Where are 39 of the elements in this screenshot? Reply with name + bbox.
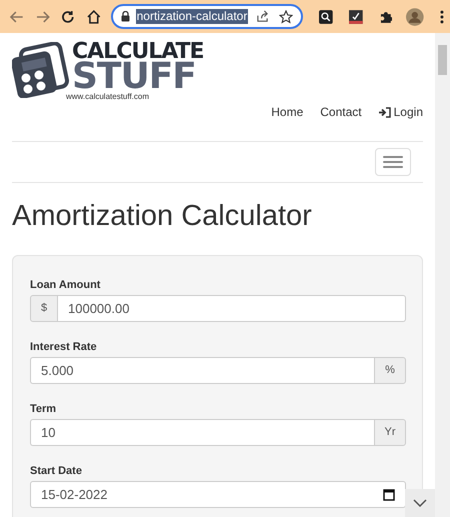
star-icon[interactable] — [279, 10, 294, 24]
scrollbar[interactable] — [435, 33, 450, 517]
logo-text: STUFF — [72, 62, 196, 92]
lock-icon — [120, 11, 130, 22]
field-label: Loan Amount — [30, 278, 102, 292]
chevron-down-icon — [413, 499, 427, 507]
field-label: Start Date — [30, 464, 83, 478]
field-label: Interest Rate — [30, 340, 98, 354]
input-field[interactable]: 5.000 — [30, 357, 374, 384]
nav-link[interactable]: Home — [271, 103, 304, 121]
logo-url: www.calculatestuff.com — [66, 92, 150, 101]
address-bar[interactable]: nortization-calculator — [110, 4, 304, 29]
home-icon[interactable] — [86, 8, 102, 24]
back-icon[interactable] — [9, 8, 25, 24]
scroll-down-button[interactable] — [405, 489, 435, 517]
share-icon[interactable] — [256, 10, 270, 23]
unit-addon: $ — [30, 295, 58, 322]
date-field[interactable]: 15-02-2022 — [30, 481, 406, 508]
menu-icon — [383, 156, 403, 168]
url-text: nortization-calculator — [136, 9, 248, 24]
unit-addon: % — [374, 357, 406, 384]
nav-link[interactable]: Contact — [320, 103, 362, 121]
input-field[interactable]: 10 — [30, 419, 374, 446]
page-title: Amortization Calculator — [12, 199, 313, 233]
menu-icon[interactable] — [440, 10, 444, 24]
field-label: Term — [30, 402, 58, 416]
unit-addon: Yr — [374, 419, 406, 446]
avatar-icon[interactable] — [406, 8, 424, 26]
zoom-extension-icon[interactable] — [319, 10, 334, 24]
forward-icon[interactable] — [34, 8, 50, 24]
hamburger-button[interactable] — [375, 148, 411, 176]
logo-text: CALCULATE — [72, 42, 204, 62]
login-icon — [378, 106, 391, 118]
puzzle-icon[interactable] — [378, 10, 392, 24]
reload-icon[interactable] — [60, 8, 76, 24]
calendar-icon[interactable] — [383, 488, 395, 501]
check-extension-icon[interactable] — [349, 10, 363, 24]
nav-link[interactable]: Login — [378, 103, 423, 121]
input-field[interactable]: 100000.00 — [58, 295, 406, 322]
